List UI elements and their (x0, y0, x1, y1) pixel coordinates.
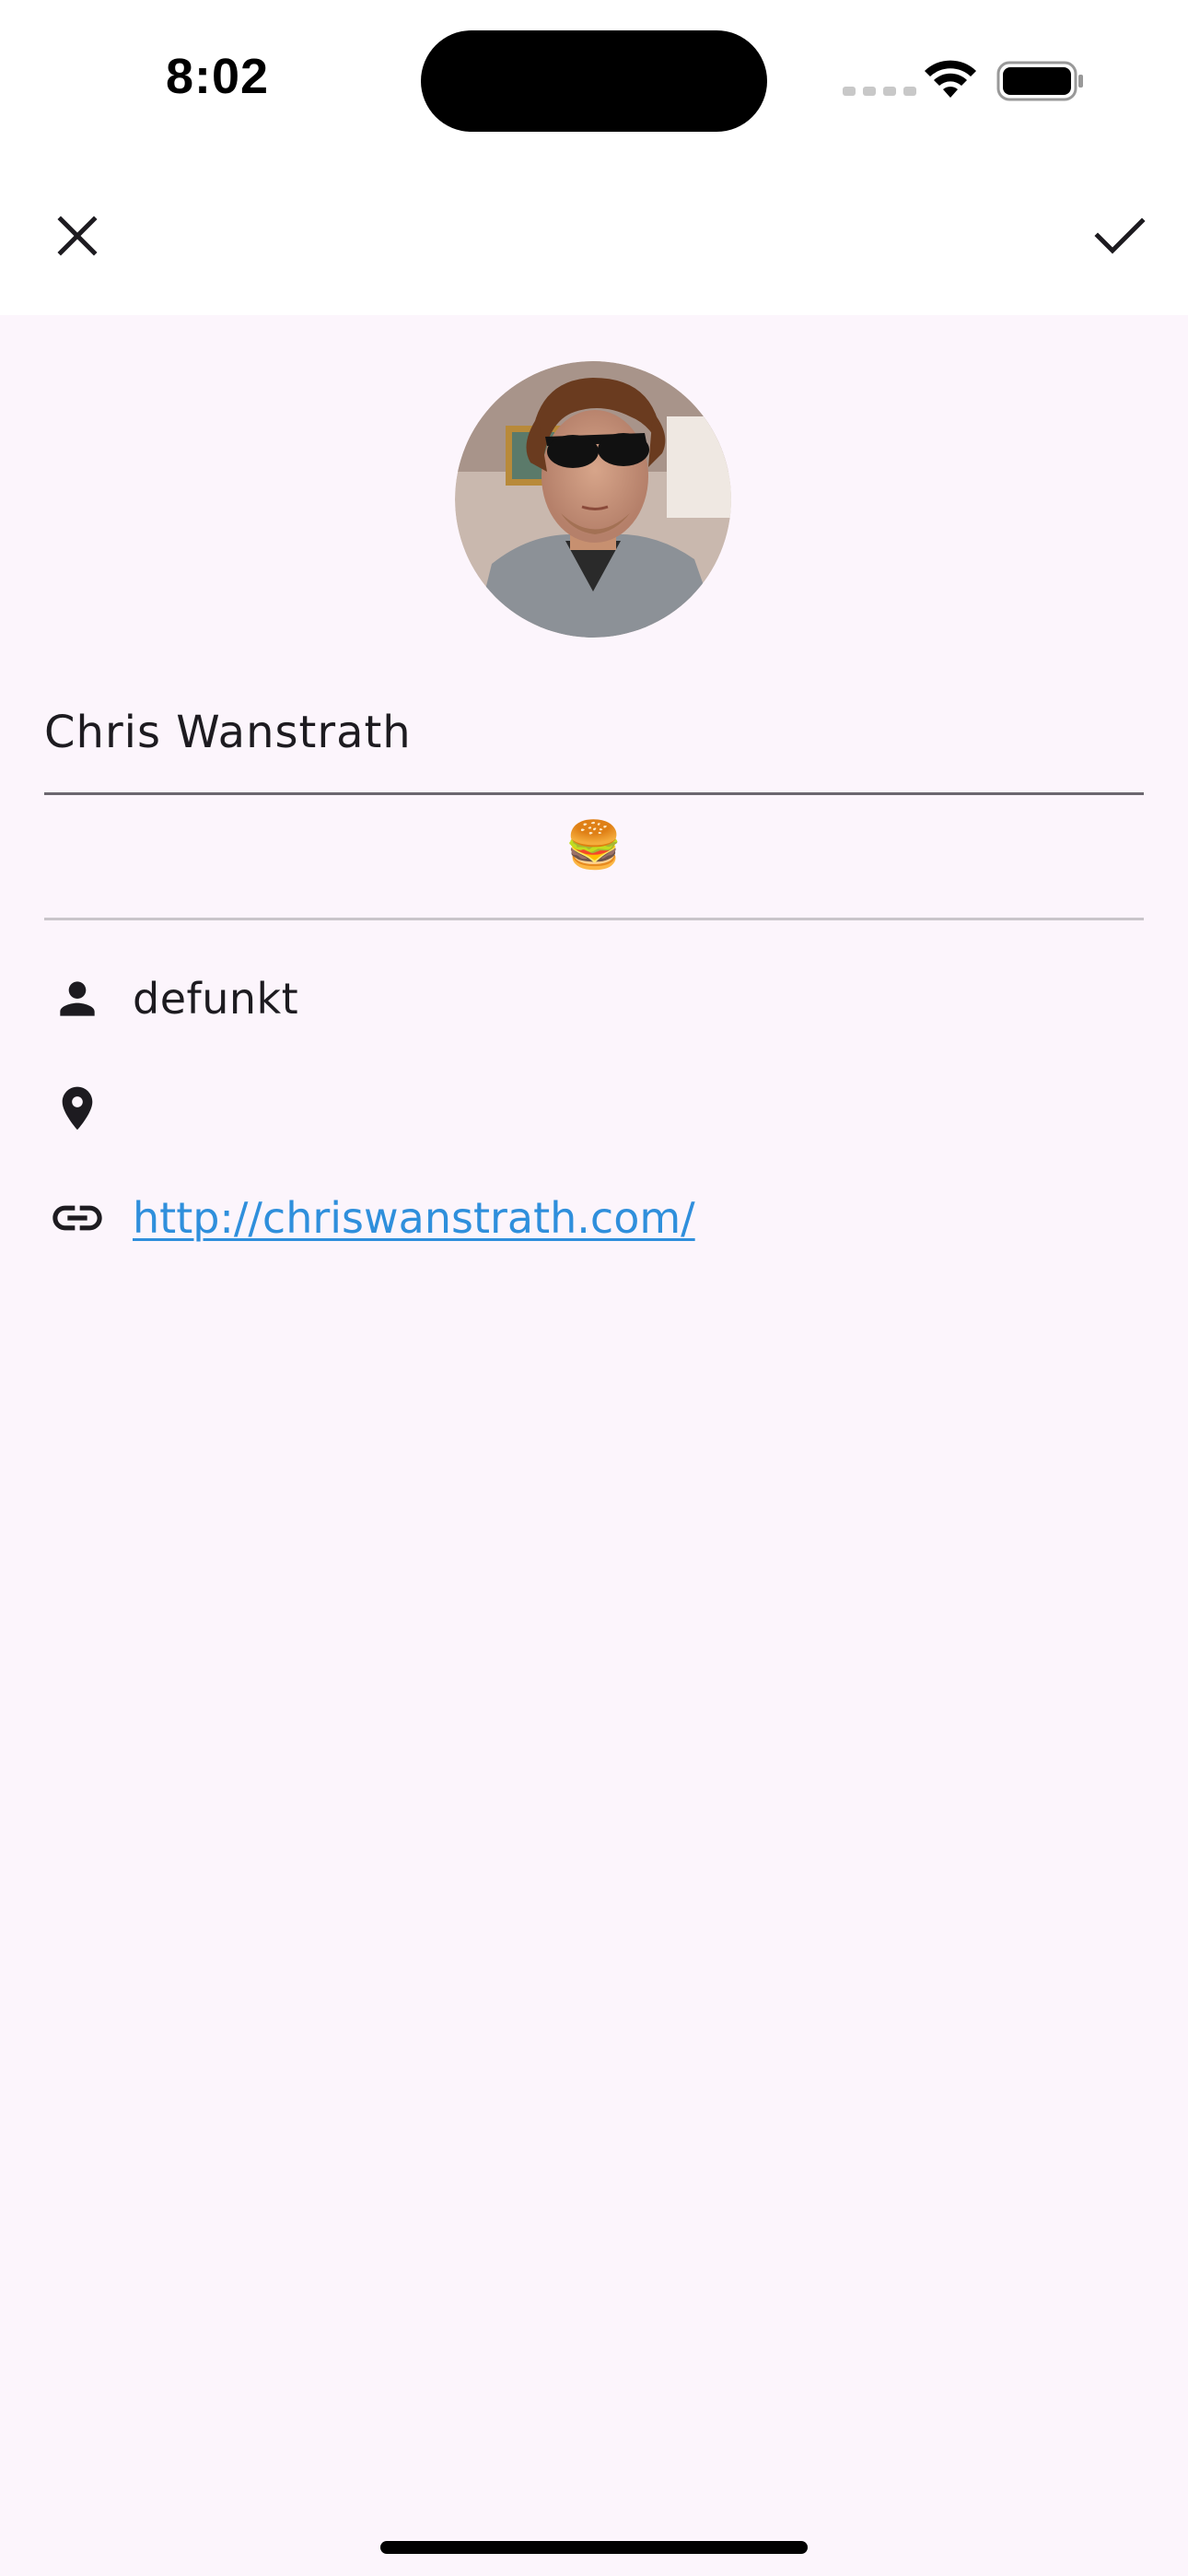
username-text: defunkt (133, 974, 299, 1024)
person-icon (44, 966, 111, 1032)
name-field[interactable] (44, 682, 1144, 795)
battery-icon (996, 61, 1083, 101)
website-link[interactable]: http://chriswanstrath.com/ (133, 1193, 695, 1243)
edit-profile-screen: 8:02 Chris Wanstrath 🍔 defunkt http://ch… (0, 0, 1188, 2576)
avatar-image (455, 361, 731, 638)
name-input[interactable] (44, 700, 1057, 765)
check-icon (1094, 217, 1146, 254)
location-row (44, 1062, 1144, 1154)
dynamic-island (421, 30, 767, 132)
location-pin-icon (44, 1075, 111, 1142)
cellular-signal-icon (843, 87, 916, 96)
app-bar (0, 157, 1188, 315)
close-button[interactable] (41, 199, 114, 273)
close-icon (57, 216, 98, 256)
home-indicator[interactable] (380, 2541, 808, 2554)
bio-field[interactable]: 🍔 (44, 794, 1144, 920)
username-row: defunkt (44, 953, 1144, 1045)
bio-text[interactable]: 🍔 (44, 813, 1144, 877)
status-bar: 8:02 (0, 0, 1188, 157)
avatar[interactable] (455, 361, 731, 638)
link-icon (44, 1185, 111, 1251)
website-row: http://chriswanstrath.com/ (44, 1172, 1144, 1264)
save-button[interactable] (1083, 199, 1157, 273)
status-time: 8:02 (166, 49, 270, 104)
wifi-icon (925, 60, 976, 98)
